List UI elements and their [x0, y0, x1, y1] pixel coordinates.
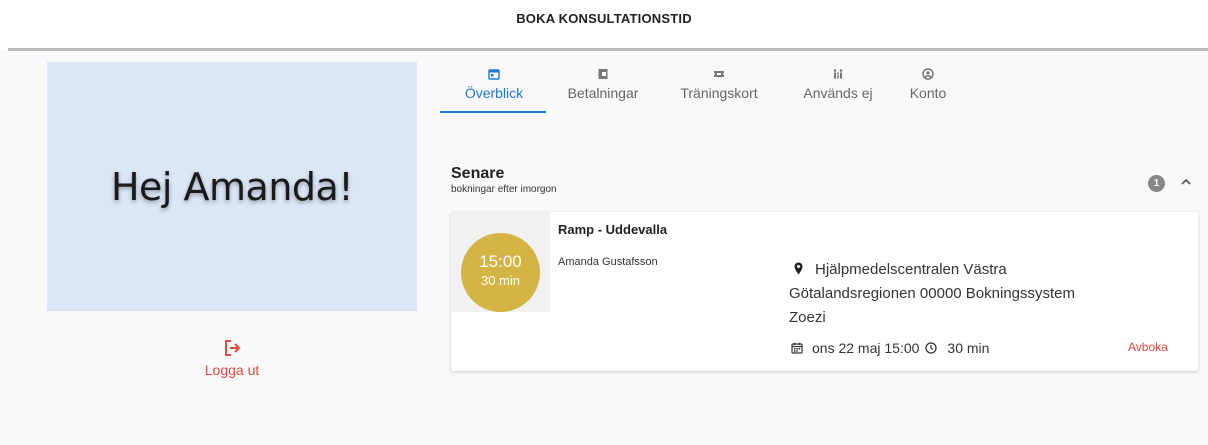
booking-date: ons 22 maj 15:00: [812, 340, 920, 356]
booking-title: Ramp - Uddevalla: [558, 222, 668, 237]
clock-icon: [925, 342, 938, 354]
tab-unused[interactable]: Används ej: [790, 68, 886, 101]
active-tab-indicator: [440, 111, 546, 113]
ticket-icon: [714, 71, 724, 77]
calendar-icon: [488, 69, 500, 80]
tab-unused-label: Används ej: [803, 85, 873, 101]
map-pin-icon: [794, 262, 803, 275]
wallet-icon: [598, 69, 608, 79]
cancel-booking-button[interactable]: Avboka: [1128, 340, 1168, 354]
logout-button[interactable]: Logga ut: [196, 338, 268, 380]
tab-overview[interactable]: Överblick: [446, 68, 542, 101]
logout-icon: [225, 340, 241, 356]
booking-duration: 30 min: [480, 273, 521, 288]
booking-location: Hjälpmedelscentralen Västra Götalandsreg…: [789, 258, 1109, 330]
tab-training-cards[interactable]: Träningskort: [666, 68, 772, 101]
header-divider: [8, 48, 1208, 51]
greeting-panel: Hej Amanda!: [47, 62, 417, 311]
booking-datetime: ons 22 maj 15:00 30 min: [789, 340, 989, 356]
top-bar: BOKA KONSULTATIONSTID: [0, 0, 1208, 51]
booking-time: 15:00: [479, 252, 522, 271]
tab-training-cards-label: Träningskort: [680, 85, 758, 101]
time-badge: 15:00 30 min: [461, 233, 540, 312]
booking-person: Amanda Gustafsson: [558, 256, 658, 268]
page-title: BOKA KONSULTATIONSTID: [516, 11, 692, 26]
tab-account[interactable]: Konto: [900, 68, 956, 101]
section-header: Senare bokningar efter imorgon: [451, 165, 557, 195]
booking-length: 30 min: [947, 340, 990, 356]
tab-overview-label: Överblick: [464, 85, 524, 101]
time-box: 15:00 30 min: [451, 212, 550, 312]
booking-card[interactable]: 15:00 30 min Ramp - Uddevalla Amanda Gus…: [451, 212, 1198, 371]
section-title: Senare: [451, 165, 505, 182]
calendar-icon: [791, 342, 803, 354]
family-icon: [833, 69, 843, 79]
tab-payments-label: Betalningar: [567, 85, 639, 101]
tab-payments[interactable]: Betalningar: [558, 68, 648, 101]
section-subtitle: bokningar efter imorgon: [451, 184, 557, 195]
chevron-up-icon[interactable]: [1179, 175, 1193, 189]
logout-label: Logga ut: [204, 362, 260, 378]
booking-count-badge: 1: [1148, 175, 1165, 192]
tab-account-label: Konto: [909, 85, 947, 101]
greeting-text: Hej Amanda!: [110, 164, 354, 209]
account-icon: [922, 68, 934, 80]
booking-location-text: Hjälpmedelscentralen Västra Götalandsreg…: [789, 261, 1076, 326]
